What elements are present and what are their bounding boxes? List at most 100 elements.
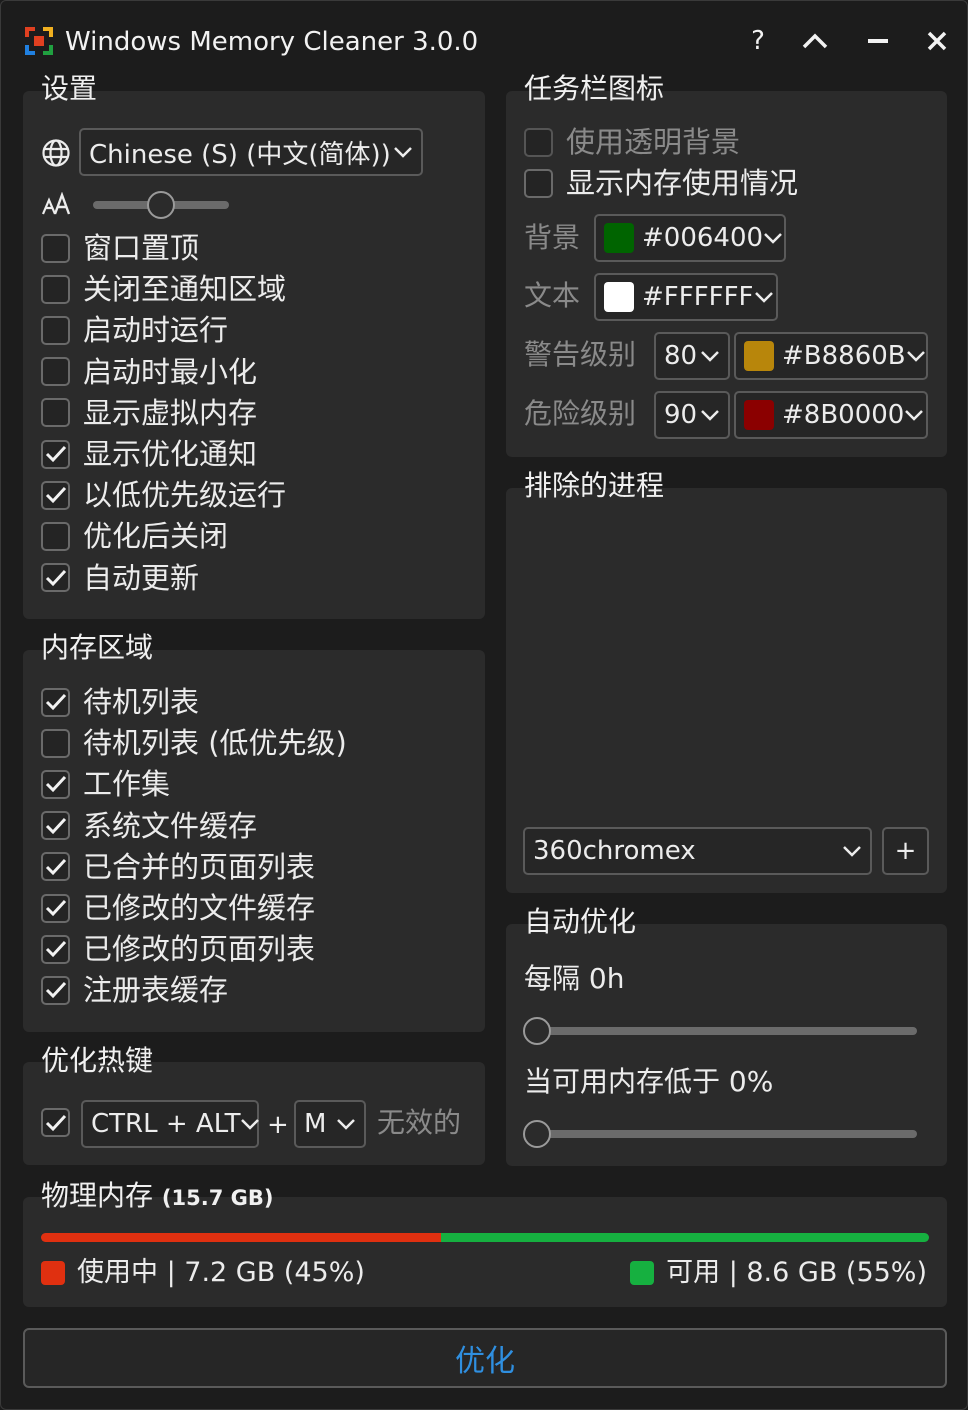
checkmark-icon (45, 776, 66, 793)
checkbox[interactable] (41, 563, 70, 593)
checkbox[interactable] (41, 893, 70, 923)
background-color-select[interactable]: #006400 (594, 214, 786, 262)
checkbox[interactable] (41, 769, 70, 799)
hotkey-modifier-select[interactable]: CTRL + ALT (81, 1100, 260, 1148)
option-checkbox-row[interactable]: 显示优化通知 (41, 436, 257, 472)
warning-color-value: #B8860B (782, 341, 906, 371)
option-checkbox-row[interactable]: 窗口置顶 (41, 230, 199, 266)
text-color-value: #FFFFFF (642, 282, 754, 312)
option-checkbox-row[interactable]: 自动更新 (41, 560, 199, 596)
close-button[interactable] (917, 21, 957, 61)
threshold-slider-thumb[interactable] (523, 1120, 551, 1148)
option-checkbox-row[interactable]: 优化后关闭 (41, 518, 228, 554)
memory-used-legend: 使用中 | 7.2 GB (45%) (41, 1255, 365, 1291)
option-checkbox-row[interactable]: 以低优先级运行 (41, 477, 286, 513)
interval-slider-thumb[interactable] (523, 1017, 551, 1045)
chevron-down-icon (764, 233, 782, 244)
option-label: 工作集 (83, 767, 171, 802)
checkbox[interactable] (41, 315, 70, 345)
checkbox[interactable] (41, 439, 70, 469)
chevron-down-icon (906, 351, 925, 362)
process-value: 360chromex (533, 836, 696, 866)
collapse-button[interactable] (795, 21, 835, 61)
option-checkbox-row[interactable]: 启动时最小化 (41, 354, 257, 390)
minimize-icon (868, 39, 888, 43)
hotkey-enable-checkbox[interactable] (41, 1108, 70, 1137)
option-checkbox-row[interactable]: 系统文件缓存 (41, 808, 257, 844)
option-label: 已修改的文件缓存 (83, 891, 316, 925)
hotkey-title: 优化热键 (41, 1044, 154, 1077)
language-select[interactable]: Chinese (S) (中文(简体)) (79, 128, 423, 176)
checkbox[interactable] (41, 687, 70, 717)
option-label: 已合并的页面列表 (83, 849, 316, 884)
checkmark-icon (45, 982, 66, 999)
option-label: 优化后关闭 (83, 519, 229, 554)
settings-title: 设置 (41, 72, 98, 105)
checkbox[interactable] (524, 168, 553, 198)
option-checkbox-row[interactable]: 已合并的页面列表 (41, 849, 315, 885)
danger-level-select[interactable]: 90 (654, 391, 730, 439)
hotkey-modifier-value: CTRL + ALT (91, 1109, 241, 1139)
option-label: 启动时最小化 (83, 354, 258, 389)
chevron-down-icon (701, 351, 719, 362)
checkbox[interactable] (41, 728, 70, 758)
checkbox[interactable] (41, 480, 70, 510)
close-icon (927, 31, 947, 51)
option-checkbox-row[interactable]: 已修改的页面列表 (41, 931, 315, 967)
free-legend-swatch (630, 1261, 655, 1285)
checkbox[interactable] (41, 357, 70, 387)
warning-level-select[interactable]: 80 (654, 332, 730, 380)
font-size-slider-thumb[interactable] (147, 191, 175, 219)
warning-level-value: 80 (664, 341, 698, 371)
option-label: 显示优化通知 (83, 437, 258, 471)
option-checkbox-row[interactable]: 关闭至通知区域 (41, 271, 286, 307)
hotkey-key-select[interactable]: M (294, 1100, 366, 1148)
chevron-down-icon (905, 410, 924, 421)
text-color-select[interactable]: #FFFFFF (594, 273, 778, 321)
threshold-slider[interactable] (537, 1130, 917, 1138)
option-checkbox-row[interactable]: 注册表缓存 (41, 972, 228, 1008)
danger-color-value: #8B0000 (782, 400, 905, 430)
font-size-icon (41, 192, 71, 215)
checkbox[interactable] (41, 975, 70, 1005)
checkbox[interactable] (41, 521, 70, 551)
background-color-value: #006400 (642, 223, 764, 253)
checkbox[interactable] (41, 934, 70, 964)
warning-color-select[interactable]: #B8860B (734, 332, 928, 380)
checkbox[interactable] (41, 398, 70, 428)
option-label: 启动时运行 (83, 313, 229, 348)
chevron-down-icon (843, 846, 861, 857)
help-button[interactable]: ? (738, 21, 778, 61)
transparent-bg-checkbox[interactable]: 使用透明背景 (524, 124, 740, 160)
memory-usage-bar (41, 1233, 929, 1242)
option-checkbox-row[interactable]: 待机列表 (41, 684, 199, 720)
option-checkbox-row[interactable]: 工作集 (41, 766, 170, 802)
checkbox[interactable] (524, 127, 553, 157)
memory-free-fill (440, 1233, 929, 1242)
process-select[interactable]: 360chromex (523, 827, 872, 875)
add-process-button[interactable]: + (882, 827, 929, 875)
checkbox[interactable] (41, 852, 70, 882)
minimize-button[interactable] (858, 21, 898, 61)
globe-icon (42, 139, 70, 167)
option-checkbox-row[interactable]: 显示虚拟内存 (41, 395, 257, 431)
show-usage-checkbox[interactable]: 显示内存使用情况 (524, 165, 798, 201)
option-label: 待机列表 (低优先级) (83, 726, 347, 761)
warning-level-label: 警告级别 (524, 338, 637, 371)
option-checkbox-row[interactable]: 已修改的文件缓存 (41, 890, 315, 926)
text-label: 文本 (524, 279, 581, 312)
optimize-button[interactable]: 优化 (23, 1328, 947, 1388)
checkbox[interactable] (41, 233, 70, 263)
interval-slider[interactable] (537, 1027, 917, 1035)
danger-color-select[interactable]: #8B0000 (734, 391, 928, 439)
title-bar[interactable]: Windows Memory Cleaner 3.0.0 ? (1, 1, 967, 81)
option-checkbox-row[interactable]: 启动时运行 (41, 312, 228, 348)
option-checkbox-row[interactable]: 待机列表 (低优先级) (41, 725, 347, 761)
checkmark-icon (45, 1114, 66, 1131)
checkbox[interactable] (41, 274, 70, 304)
checkmark-icon (45, 941, 66, 958)
checkbox[interactable] (41, 811, 70, 841)
chevron-down-icon (701, 410, 719, 421)
excluded-processes-list[interactable] (524, 516, 929, 816)
checkbox[interactable] (41, 1108, 70, 1137)
